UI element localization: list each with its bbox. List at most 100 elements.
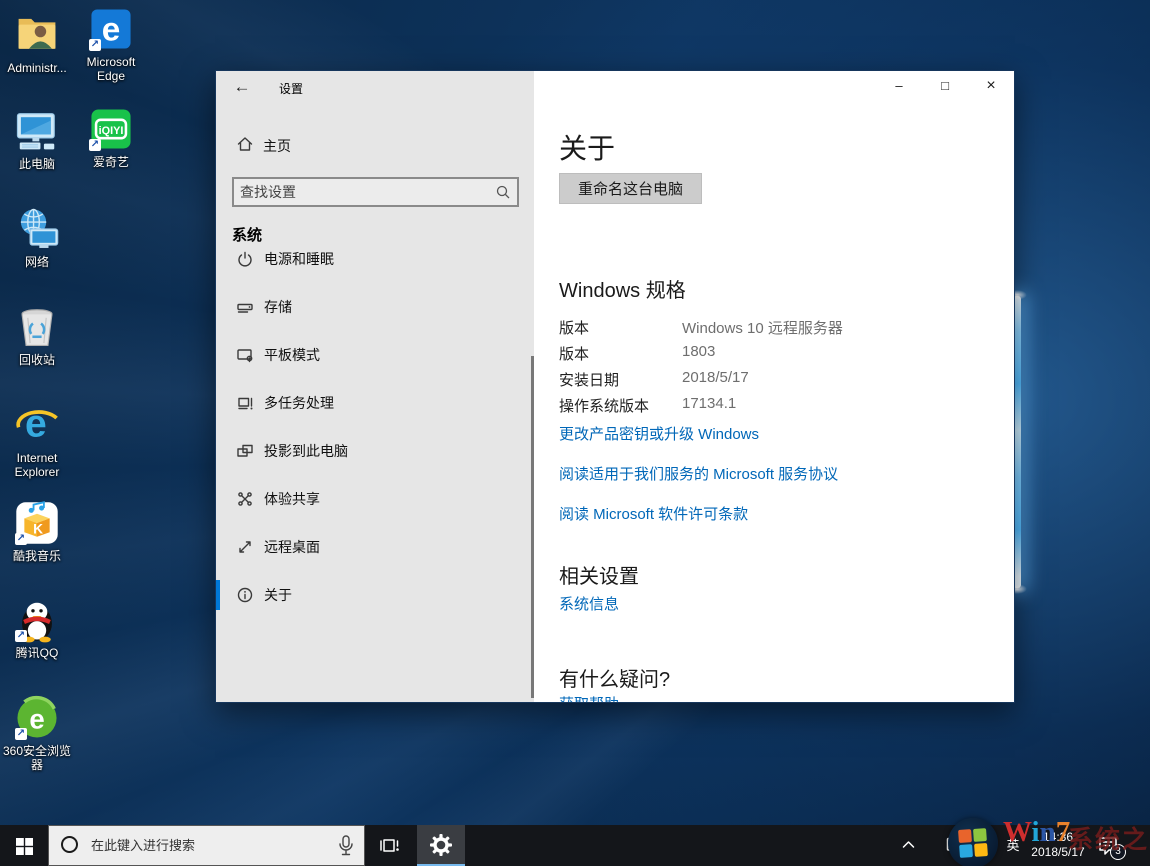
taskbar: 英 14:36 2018/5/17 3 (0, 825, 1150, 866)
sidebar-item-storage[interactable]: 存储 (216, 283, 534, 331)
about-icon (236, 586, 254, 609)
desktop-icon-this-pc[interactable]: 此电脑 (0, 108, 74, 171)
speaker-icon (976, 838, 995, 854)
projecting-icon (236, 442, 254, 465)
sidebar-item-about[interactable]: 关于 (216, 571, 534, 619)
tray-show-hidden-icons[interactable] (898, 825, 920, 866)
network-status-icon (946, 837, 967, 855)
shortcut-arrow-icon: ↗ (15, 630, 27, 642)
search-icon (495, 184, 511, 205)
clock-date: 2018/5/17 (1022, 845, 1094, 860)
services-agreement-link[interactable]: 阅读适用于我们服务的 Microsoft 服务协议 (559, 463, 838, 484)
desktop-icon-label: Internet Explorer (0, 451, 74, 479)
sidebar-item-home[interactable]: 主页 (216, 131, 534, 159)
network-globe-icon (14, 206, 60, 252)
remote-desktop-icon (236, 538, 254, 561)
desktop-icon-label: 爱奇艺 (74, 155, 148, 169)
shortcut-arrow-icon: ↗ (15, 728, 27, 740)
recycle-bin-icon (14, 304, 60, 350)
home-label: 主页 (263, 136, 291, 156)
svg-text:e: e (102, 12, 121, 49)
settings-search-input[interactable] (240, 179, 490, 205)
spec-row-installed-on: 安装日期 2018/5/17 (559, 369, 989, 395)
taskbar-settings-app-button[interactable] (417, 825, 465, 866)
cortana-icon (61, 836, 78, 853)
sidebar-item-shared-experiences[interactable]: 体验共享 (216, 475, 534, 523)
sidebar-item-multitasking[interactable]: 多任务处理 (216, 379, 534, 427)
sidebar-item-remote-desktop[interactable]: 远程桌面 (216, 523, 534, 571)
svg-text:K: K (33, 521, 43, 536)
chevron-up-icon (902, 840, 915, 849)
sidebar-item-power-sleep[interactable]: 电源和睡眠 (216, 251, 534, 283)
maximize-button[interactable]: □ (922, 71, 968, 103)
iqiyi-icon: iQIYI ↗ (88, 106, 134, 152)
desktop-icon-label: 回收站 (0, 353, 74, 367)
desktop-icon-network[interactable]: 网络 (0, 206, 74, 269)
kuwo-music-icon: K ↗ (14, 500, 60, 546)
back-button[interactable]: ← (226, 73, 258, 101)
desktop-icon-recycle-bin[interactable]: 回收站 (0, 304, 74, 367)
administrator-folder-icon (14, 12, 60, 58)
settings-main-pane: – □ × 关于 重命名这台电脑 Windows 规格 版本 Windows 1… (534, 71, 1014, 702)
qq-penguin-icon: ↗ (14, 597, 60, 643)
svg-text:iQIYI: iQIYI (99, 125, 124, 137)
system-info-link[interactable]: 系统信息 (559, 593, 619, 614)
windows-logo-icon (16, 838, 33, 855)
desktop-icon-label: Microsoft Edge (74, 55, 148, 83)
desktop-icon-iqiyi[interactable]: iQIYI ↗ 爱奇艺 (74, 106, 148, 169)
rename-pc-button[interactable]: 重命名这台电脑 (559, 173, 702, 204)
close-button[interactable]: × (968, 71, 1014, 103)
license-terms-link[interactable]: 阅读 Microsoft 软件许可条款 (559, 503, 748, 524)
windows-specs-title: Windows 规格 (559, 274, 686, 303)
start-button[interactable] (0, 825, 48, 866)
tray-network-icon[interactable] (944, 825, 970, 866)
change-product-key-link[interactable]: 更改产品密钥或升级 Windows (559, 423, 759, 444)
tray-clock[interactable]: 14:36 2018/5/17 (1022, 830, 1094, 860)
task-view-button[interactable] (365, 825, 413, 866)
desktop-icon-administrator[interactable]: Administr... (0, 12, 74, 75)
settings-sidebar: ← 设置 主页 系统 电源和睡眠 (216, 71, 534, 702)
desktop-icon-label: Administr... (0, 61, 74, 75)
tablet-mode-icon (236, 346, 254, 369)
desktop-icon-kuwo-music[interactable]: K ↗ 酷我音乐 (0, 500, 74, 563)
selected-indicator (216, 580, 220, 610)
desktop-icon-label: 腾讯QQ (0, 646, 74, 660)
notification-count-badge: 3 (1110, 844, 1126, 860)
multitasking-icon (236, 394, 254, 417)
settings-search-box[interactable] (232, 177, 519, 207)
spec-row-edition: 版本 Windows 10 远程服务器 (559, 317, 989, 343)
desktop: Administr... e ↗ Microsoft Edge 此电脑 iQIY… (0, 0, 1150, 866)
svg-text:e: e (25, 403, 47, 446)
sidebar-item-tablet-mode[interactable]: 平板模式 (216, 331, 534, 379)
home-icon (236, 135, 254, 158)
sidebar-section-title: 系统 (232, 224, 262, 245)
clock-time: 14:36 (1022, 830, 1094, 845)
desktop-icon-internet-explorer[interactable]: e Internet Explorer (0, 402, 74, 479)
shortcut-arrow-icon: ↗ (89, 139, 101, 151)
shortcut-arrow-icon: ↗ (89, 39, 101, 51)
storage-icon (236, 298, 254, 321)
shared-experiences-icon (236, 490, 254, 513)
question-title: 有什么疑问? (559, 663, 670, 692)
taskbar-search-box[interactable] (48, 825, 365, 866)
gear-icon (429, 833, 453, 857)
desktop-icon-tencent-qq[interactable]: ↗ 腾讯QQ (0, 597, 74, 660)
desktop-icon-label: 此电脑 (0, 157, 74, 171)
desktop-icon-360-browser[interactable]: e ↗ 360安全浏览器 (0, 695, 74, 772)
page-title: 关于 (559, 127, 615, 167)
sidebar-nav-list: 电源和睡眠 存储 平板模式 (216, 251, 534, 703)
internet-explorer-icon: e (14, 402, 60, 448)
settings-window: ← 设置 主页 系统 电源和睡眠 (215, 70, 1015, 703)
spec-row-os-build: 操作系统版本 17134.1 (559, 395, 989, 421)
related-settings-title: 相关设置 (559, 560, 639, 589)
microphone-icon[interactable] (338, 835, 354, 862)
taskbar-search-input[interactable] (91, 826, 321, 864)
get-help-link[interactable]: 获取帮助 (559, 693, 619, 703)
tray-volume-icon[interactable] (973, 825, 999, 866)
desktop-icon-label: 360安全浏览器 (0, 744, 74, 772)
desktop-icon-microsoft-edge[interactable]: e ↗ Microsoft Edge (74, 6, 148, 83)
360-browser-icon: e ↗ (14, 695, 60, 741)
minimize-button[interactable]: – (876, 71, 922, 103)
sidebar-item-projecting[interactable]: 投影到此电脑 (216, 427, 534, 475)
shortcut-arrow-icon: ↗ (15, 533, 27, 545)
